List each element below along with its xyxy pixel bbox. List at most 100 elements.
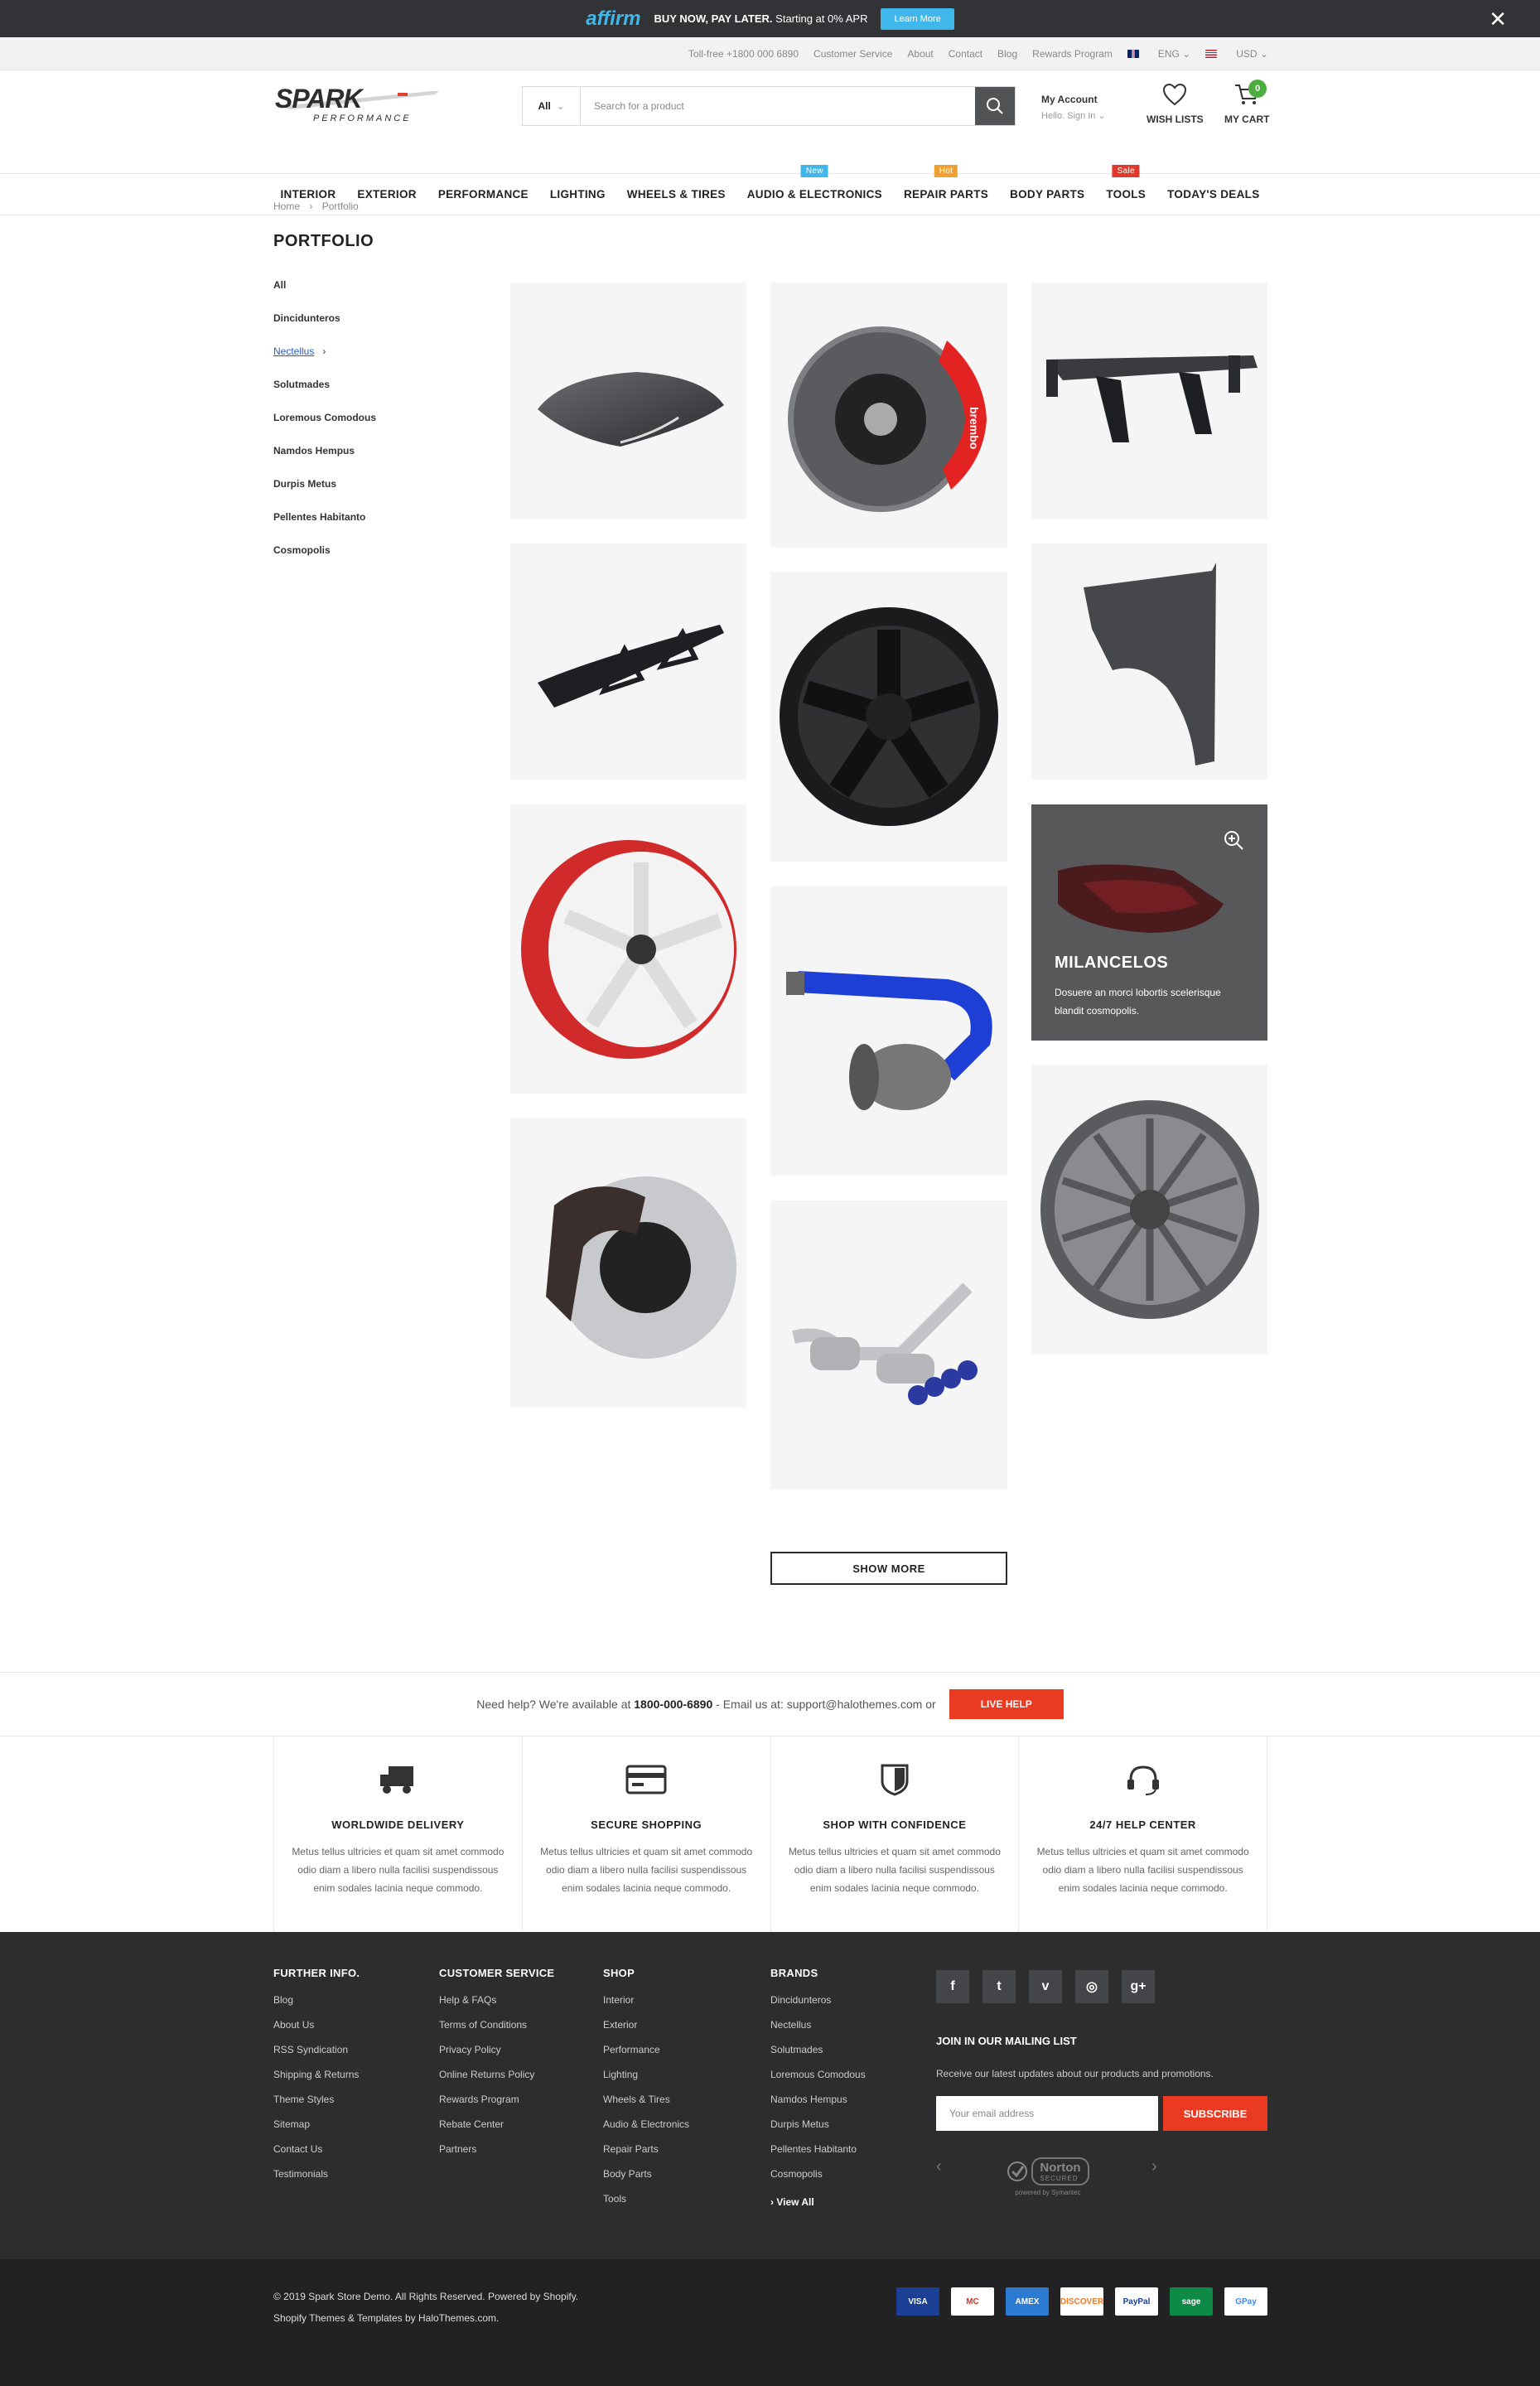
footer-link[interactable]: Body Parts bbox=[603, 2168, 689, 2193]
feature-text: Metus tellus ultricies et quam sit amet … bbox=[540, 1846, 753, 1894]
footer-link[interactable]: Cosmopolis bbox=[770, 2168, 866, 2193]
nav-item-lighting[interactable]: LIGHTING bbox=[550, 188, 606, 200]
footer-link[interactable]: Repair Parts bbox=[603, 2143, 689, 2168]
google-plus-icon[interactable]: g+ bbox=[1122, 1970, 1155, 2003]
chevron-left-icon[interactable]: ‹ bbox=[936, 2157, 942, 2176]
cart-button[interactable]: 0 MY CART bbox=[1224, 80, 1269, 125]
footer-link[interactable]: Help & FAQs bbox=[439, 1994, 554, 2019]
footer-link[interactable]: Terms of Conditions bbox=[439, 2019, 554, 2044]
footer-heading: FURTHER INFO. bbox=[273, 1967, 360, 1979]
footer-link[interactable]: Loremous Comodous bbox=[770, 2069, 866, 2094]
portfolio-item-exhaust[interactable] bbox=[770, 1200, 1007, 1490]
portfolio-item-intake[interactable] bbox=[770, 886, 1007, 1176]
live-help-button[interactable]: LIVE HELP bbox=[949, 1689, 1064, 1719]
nav-item-repair-parts[interactable]: REPAIR PARTS Hot bbox=[904, 165, 988, 200]
filter-label: Durpis Metus bbox=[273, 478, 337, 490]
portfolio-item-hood[interactable] bbox=[510, 283, 746, 519]
account-signin[interactable]: Hello. Sign In bbox=[1041, 111, 1095, 121]
search-input[interactable]: Search for a product bbox=[581, 87, 975, 125]
payment-sage-icon: sage bbox=[1170, 2287, 1213, 2316]
link-customer-service[interactable]: Customer Service bbox=[813, 48, 892, 60]
footer-link[interactable]: Online Returns Policy bbox=[439, 2069, 554, 2094]
my-account[interactable]: My Account Hello. Sign In ⌄ bbox=[1041, 94, 1106, 121]
footer-link[interactable]: Pellentes Habitanto bbox=[770, 2143, 866, 2168]
link-contact[interactable]: Contact bbox=[949, 48, 982, 60]
link-about[interactable]: About bbox=[907, 48, 933, 60]
twitter-icon[interactable]: t bbox=[982, 1970, 1016, 2003]
footer-link[interactable]: Testimonials bbox=[273, 2168, 360, 2193]
portfolio-item-black-wheel[interactable] bbox=[770, 572, 1007, 862]
footer-link[interactable]: Durpis Metus bbox=[770, 2118, 866, 2143]
portfolio-item-milancelos[interactable]: MILANCELOS Dosuere an morci lobortis sce… bbox=[1031, 804, 1267, 1041]
footer-link[interactable]: Shipping & Returns bbox=[273, 2069, 360, 2094]
footer-link[interactable]: Rewards Program bbox=[439, 2094, 554, 2118]
filter-item-nectellus[interactable]: Nectellus › bbox=[273, 345, 376, 379]
portfolio-item-wing[interactable] bbox=[510, 543, 746, 780]
footer-link[interactable]: Rebate Center bbox=[439, 2118, 554, 2143]
filter-item-loremous-comodous[interactable]: Loremous Comodous bbox=[273, 412, 376, 445]
subscribe-button[interactable]: SUBSCRIBE bbox=[1163, 2096, 1267, 2131]
search-button[interactable] bbox=[975, 87, 1015, 125]
currency-select[interactable]: USD ⌄ bbox=[1205, 48, 1268, 60]
footer-link[interactable]: Contact Us bbox=[273, 2143, 360, 2168]
chevron-right-icon[interactable]: › bbox=[1151, 2157, 1157, 2176]
filter-item-all[interactable]: All bbox=[273, 279, 376, 312]
link-blog[interactable]: Blog bbox=[997, 48, 1017, 60]
filter-item-cosmopolis[interactable]: Cosmopolis bbox=[273, 544, 376, 577]
email-input[interactable]: Your email address bbox=[936, 2096, 1158, 2131]
nav-item-audio-electronics[interactable]: AUDIO & ELECTRONICS New bbox=[747, 165, 882, 200]
nav-item-exterior[interactable]: EXTERIOR bbox=[357, 188, 416, 200]
portfolio-item-brake-kit[interactable] bbox=[510, 1118, 746, 1408]
learn-more-button[interactable]: Learn More bbox=[881, 7, 954, 30]
footer-link[interactable]: Theme Styles bbox=[273, 2094, 360, 2118]
filter-item-durpis-metus[interactable]: Durpis Metus bbox=[273, 478, 376, 511]
spark-logo[interactable]: SPARK PERFORMANCE bbox=[273, 83, 443, 128]
footer-link[interactable]: Blog bbox=[273, 1994, 360, 2019]
nav-item-performance[interactable]: PERFORMANCE bbox=[438, 188, 529, 200]
filter-item-dincidunteros[interactable]: Dincidunteros bbox=[273, 312, 376, 345]
nav-item-wheels-tires[interactable]: WHEELS & TIRES bbox=[627, 188, 726, 200]
footer-link[interactable]: Nectellus bbox=[770, 2019, 866, 2044]
breadcrumb: Home › Portfolio bbox=[273, 200, 359, 212]
portfolio-item-grey-wheel[interactable] bbox=[1031, 1065, 1267, 1354]
link-rewards[interactable]: Rewards Program bbox=[1032, 48, 1113, 60]
footer-link[interactable]: Tools bbox=[603, 2193, 689, 2218]
footer-link[interactable]: RSS Syndication bbox=[273, 2044, 360, 2069]
language-select[interactable]: ENG ⌄ bbox=[1127, 48, 1190, 60]
search-category-select[interactable]: All ⌄ bbox=[523, 87, 581, 125]
show-more-button[interactable]: SHOW MORE bbox=[770, 1552, 1007, 1585]
footer-link[interactable]: Interior bbox=[603, 1994, 689, 2019]
facebook-icon[interactable]: f bbox=[936, 1970, 969, 2003]
footer-link[interactable]: Audio & Electronics bbox=[603, 2118, 689, 2143]
footer-link[interactable]: Performance bbox=[603, 2044, 689, 2069]
footer-link[interactable]: Wheels & Tires bbox=[603, 2094, 689, 2118]
footer-link[interactable]: Sitemap bbox=[273, 2118, 360, 2143]
footer-link[interactable]: Namdos Hempus bbox=[770, 2094, 866, 2118]
wishlist-button[interactable]: WISH LISTS bbox=[1147, 83, 1204, 125]
portfolio-item-fender[interactable] bbox=[1031, 543, 1267, 780]
close-icon[interactable]: ✕ bbox=[1489, 7, 1507, 32]
instagram-icon[interactable]: ◎ bbox=[1075, 1970, 1108, 2003]
filter-item-solutmades[interactable]: Solutmades bbox=[273, 379, 376, 412]
filter-item-namdos-hempus[interactable]: Namdos Hempus bbox=[273, 445, 376, 478]
footer-link[interactable]: Lighting bbox=[603, 2069, 689, 2094]
portfolio-item-spoiler[interactable] bbox=[1031, 283, 1267, 519]
footer-link[interactable]: Dincidunteros bbox=[770, 1994, 866, 2019]
footer-link[interactable]: Solutmades bbox=[770, 2044, 866, 2069]
portfolio-item-brake-disc[interactable]: brembo bbox=[770, 283, 1007, 548]
nav-item-body-parts[interactable]: BODY PARTS bbox=[1010, 188, 1084, 200]
portfolio-item-red-wheel[interactable] bbox=[510, 804, 746, 1094]
view-all-link[interactable]: › View All bbox=[770, 2196, 866, 2221]
footer-link[interactable]: Exterior bbox=[603, 2019, 689, 2044]
filter-label: Solutmades bbox=[273, 379, 331, 390]
footer-link[interactable]: Partners bbox=[439, 2143, 554, 2168]
zoom-in-icon[interactable] bbox=[1223, 829, 1244, 851]
breadcrumb-home[interactable]: Home bbox=[273, 200, 300, 212]
nav-item-tools[interactable]: TOOLS Sale bbox=[1106, 165, 1146, 200]
nav-item-today-s-deals[interactable]: TODAY'S DEALS bbox=[1167, 188, 1259, 200]
footer-link[interactable]: Privacy Policy bbox=[439, 2044, 554, 2069]
nav-item-interior[interactable]: INTERIOR bbox=[280, 188, 336, 200]
footer-link[interactable]: About Us bbox=[273, 2019, 360, 2044]
filter-item-pellentes-habitanto[interactable]: Pellentes Habitanto bbox=[273, 511, 376, 544]
vimeo-icon[interactable]: v bbox=[1029, 1970, 1062, 2003]
